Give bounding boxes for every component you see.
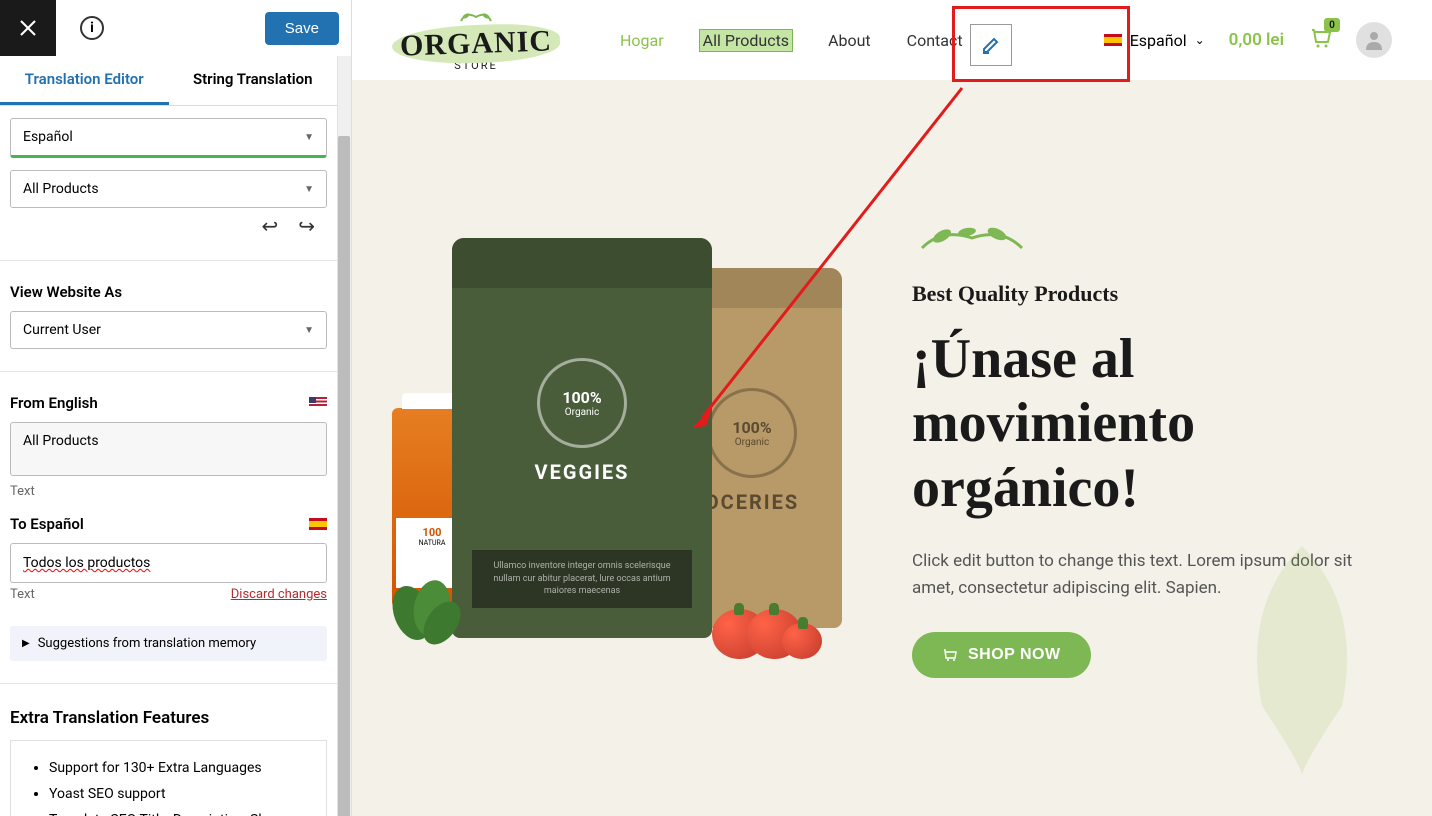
discard-changes-link[interactable]: Discard changes <box>231 587 327 602</box>
flag-es-icon <box>1104 34 1122 46</box>
pencil-icon <box>981 35 1001 55</box>
chevron-down-icon: ▼ <box>304 184 314 195</box>
basil-decoration <box>382 568 472 658</box>
extra-item: Support for 130+ Extra Languages <box>49 755 308 781</box>
view-as-select[interactable]: Current User ▼ <box>10 311 327 349</box>
source-hint: Text <box>10 484 327 499</box>
tab-translation-editor[interactable]: Translation Editor <box>0 56 169 105</box>
header-right: Español ⌄ 0,00 lei 0 <box>1104 22 1392 58</box>
prev-arrow[interactable]: ↩ <box>261 214 278 238</box>
scrollbar-thumb[interactable] <box>338 136 350 816</box>
suggestions-toggle[interactable]: ▶ Suggestions from translation memory <box>10 626 327 661</box>
string-select-value: All Products <box>23 181 99 197</box>
site-logo[interactable]: ORGANIC STORE <box>392 9 560 72</box>
language-switcher[interactable]: Español ⌄ <box>1104 31 1205 50</box>
from-language-label: From English <box>10 394 98 412</box>
hero-product-image: 100 NATURA 100% Organic OCERIES <box>392 80 872 816</box>
translation-sidebar: i Save Translation Editor String Transla… <box>0 0 352 816</box>
shop-now-button[interactable]: SHOP NOW <box>912 632 1091 678</box>
chevron-down-icon: ⌄ <box>1195 33 1205 47</box>
bg-decoration-leaf <box>1202 526 1402 786</box>
edit-tooltip[interactable] <box>970 24 1012 66</box>
hero-subtitle: Best Quality Products <box>912 281 1392 307</box>
chevron-down-icon: ▼ <box>304 325 314 336</box>
translation-input[interactable]: Todos los productos <box>10 543 327 583</box>
translation-hint: Text <box>10 587 35 602</box>
nav-home[interactable]: Hogar <box>620 31 664 50</box>
language-select-value: Español <box>23 129 73 145</box>
hero-title: ¡Únase al movimiento orgánico! <box>912 327 1392 520</box>
leaf-decoration-icon <box>912 218 1392 265</box>
flag-us-icon <box>309 397 327 409</box>
cart-total: 0,00 lei <box>1229 30 1284 50</box>
nav-about[interactable]: About <box>828 31 871 50</box>
product-bag-green: 100% Organic VEGGIES Ullamco inventore i… <box>452 238 712 638</box>
sidebar-header: i Save <box>0 0 351 56</box>
shop-btn-label: SHOP NOW <box>968 646 1061 664</box>
logo-main-text: ORGANIC <box>399 24 552 63</box>
suggestions-label: Suggestions from translation memory <box>38 636 256 651</box>
view-as-label: View Website As <box>10 283 327 301</box>
main-nav: Hogar All Products About Contact <box>620 30 963 51</box>
tabs: Translation Editor String Translation <box>0 56 337 106</box>
to-language-label: To Español <box>10 515 84 533</box>
chevron-down-icon: ▼ <box>304 132 314 143</box>
flag-es-icon <box>309 518 327 530</box>
language-select[interactable]: Español ▼ <box>10 118 327 158</box>
save-button[interactable]: Save <box>265 12 339 45</box>
cart-count-badge: 0 <box>1324 18 1340 32</box>
language-switcher-label: Español <box>1130 31 1187 50</box>
site-header: ORGANIC STORE Hogar All Products About C… <box>352 0 1432 80</box>
extra-item: Yoast SEO support <box>49 781 308 807</box>
extra-features-box: Support for 130+ Extra Languages Yoast S… <box>10 740 327 816</box>
close-button[interactable] <box>0 0 56 56</box>
hero-section: 100 NATURA 100% Organic OCERIES <box>352 80 1432 816</box>
view-as-value: Current User <box>23 322 101 338</box>
info-icon[interactable]: i <box>80 16 104 40</box>
scrollbar-track <box>337 56 351 816</box>
user-avatar[interactable] <box>1356 22 1392 58</box>
string-select[interactable]: All Products ▼ <box>10 170 327 208</box>
cart-icon <box>942 648 958 662</box>
nav-contact[interactable]: Contact <box>907 31 963 50</box>
website-preview: ORGANIC STORE Hogar All Products About C… <box>352 0 1432 816</box>
nav-all-products[interactable]: All Products <box>700 30 792 51</box>
extra-item: Translate SEO Title, Description, Slug <box>49 807 308 816</box>
tab-string-translation[interactable]: String Translation <box>169 56 338 105</box>
extra-features-title: Extra Translation Features <box>0 708 337 740</box>
tomatoes-decoration <box>722 609 812 663</box>
source-text: All Products <box>10 422 327 476</box>
next-arrow[interactable]: ↪ <box>298 214 315 238</box>
cart-button[interactable]: 0 <box>1308 26 1332 54</box>
caret-right-icon: ▶ <box>22 638 30 649</box>
